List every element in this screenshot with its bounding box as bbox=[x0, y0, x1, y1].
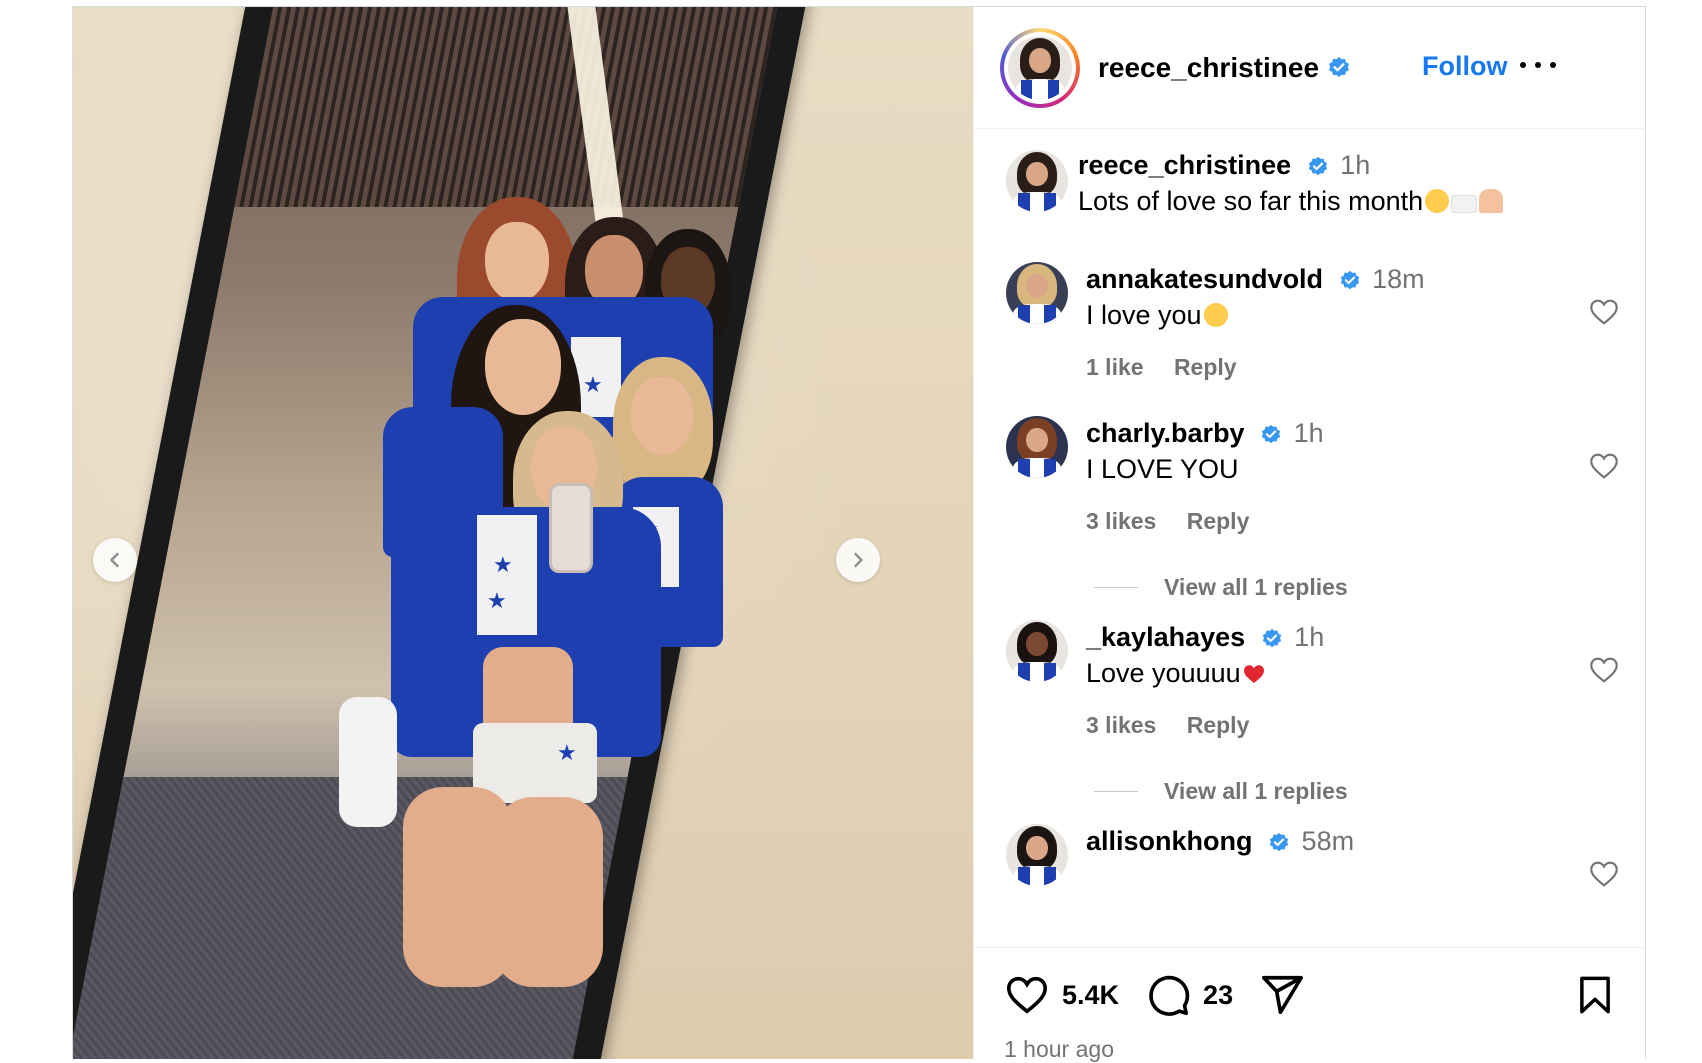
reply-button[interactable]: Reply bbox=[1187, 508, 1250, 534]
author-username[interactable]: reece_christinee bbox=[1098, 52, 1319, 84]
chevron-right-icon bbox=[854, 552, 863, 568]
post-photo: ★ ★ ★ ★ ★ ★ bbox=[73, 7, 973, 1059]
verified-badge-icon bbox=[1261, 424, 1281, 444]
more-options-icon[interactable] bbox=[1520, 55, 1556, 75]
verified-badge-icon bbox=[1308, 156, 1327, 176]
previous-photo-button[interactable] bbox=[93, 538, 137, 582]
commenter-username[interactable]: annakatesundvold bbox=[1086, 264, 1323, 294]
commenter-username[interactable]: allisonkhong bbox=[1086, 826, 1253, 856]
comment-icon[interactable] bbox=[1145, 972, 1191, 1018]
commenter-username[interactable]: _kaylahayes bbox=[1086, 622, 1245, 652]
heart-icon[interactable] bbox=[1588, 450, 1620, 482]
commenter-avatar[interactable] bbox=[1006, 416, 1068, 478]
post-header: reece_christinee Follow bbox=[974, 7, 1646, 129]
comment-likes[interactable]: 3 likes bbox=[1086, 712, 1156, 738]
heart-eyes-emoji-icon bbox=[1203, 303, 1228, 327]
author-avatar bbox=[1008, 35, 1072, 100]
commenter-avatar[interactable] bbox=[1006, 262, 1068, 324]
view-replies-button[interactable]: View all 1 replies bbox=[1094, 574, 1348, 601]
heart-icon[interactable] bbox=[1588, 296, 1620, 328]
post-timestamp[interactable]: 1 hour ago bbox=[1004, 1036, 1114, 1063]
verified-badge-icon bbox=[1329, 56, 1350, 77]
follow-button[interactable]: Follow bbox=[1422, 51, 1507, 82]
action-bar: 5.4K 23 bbox=[1004, 972, 1305, 1018]
comment-text: Love youuuu bbox=[1086, 658, 1241, 688]
red-heart-emoji-icon bbox=[1243, 665, 1264, 683]
love-letter-icon bbox=[1451, 195, 1478, 213]
comment-time: 18m bbox=[1372, 264, 1425, 294]
comment-text: I love you bbox=[1086, 300, 1202, 330]
commenter-username[interactable]: charly.barby bbox=[1086, 418, 1245, 448]
commenter-avatar[interactable] bbox=[1006, 824, 1068, 886]
comment-text: I LOVE YOU bbox=[1086, 454, 1239, 484]
caption-author-avatar[interactable] bbox=[1006, 150, 1068, 212]
view-replies-button[interactable]: View all 1 replies bbox=[1094, 778, 1348, 805]
caption-time: 1h bbox=[1340, 150, 1371, 180]
like-count[interactable]: 5.4K bbox=[1062, 980, 1119, 1011]
heart-hands-icon bbox=[1479, 189, 1504, 213]
reply-button[interactable]: Reply bbox=[1187, 712, 1250, 738]
comment-likes[interactable]: 3 likes bbox=[1086, 508, 1156, 534]
comment-time: 58m bbox=[1301, 826, 1355, 856]
heart-icon[interactable] bbox=[1004, 972, 1050, 1018]
verified-badge-icon bbox=[1262, 628, 1281, 648]
next-photo-button[interactable] bbox=[836, 538, 880, 582]
comments-list[interactable]: reece_christinee 1h Lots of love so far … bbox=[974, 130, 1646, 947]
phone bbox=[549, 483, 593, 573]
commenter-avatar[interactable] bbox=[1006, 620, 1068, 682]
chevron-left-icon bbox=[110, 552, 119, 568]
author-story-ring[interactable] bbox=[1000, 27, 1080, 108]
verified-badge-icon bbox=[1269, 832, 1289, 852]
bookmark-icon[interactable] bbox=[1574, 972, 1616, 1018]
heart-icon[interactable] bbox=[1588, 654, 1620, 686]
smiling-face-with-hearts-icon bbox=[1425, 189, 1450, 213]
post-dialog: ★ ★ ★ ★ ★ ★ bbox=[72, 6, 1646, 1062]
comment-time: 1h bbox=[1294, 622, 1325, 652]
post-side-panel: reece_christinee Follow reece_christinee… bbox=[973, 7, 1646, 1062]
post-footer: 5.4K 23 1 hour ago bbox=[974, 947, 1646, 1062]
caption-username[interactable]: reece_christinee bbox=[1078, 150, 1291, 180]
comment-count[interactable]: 23 bbox=[1203, 980, 1233, 1011]
heart-icon[interactable] bbox=[1588, 858, 1620, 890]
share-icon[interactable] bbox=[1259, 972, 1305, 1018]
comment-likes[interactable]: 1 like bbox=[1086, 354, 1144, 380]
caption-text: Lots of love so far this month bbox=[1078, 186, 1424, 216]
comment-time: 1h bbox=[1293, 418, 1324, 448]
reply-button[interactable]: Reply bbox=[1174, 354, 1237, 380]
verified-badge-icon bbox=[1340, 270, 1359, 290]
